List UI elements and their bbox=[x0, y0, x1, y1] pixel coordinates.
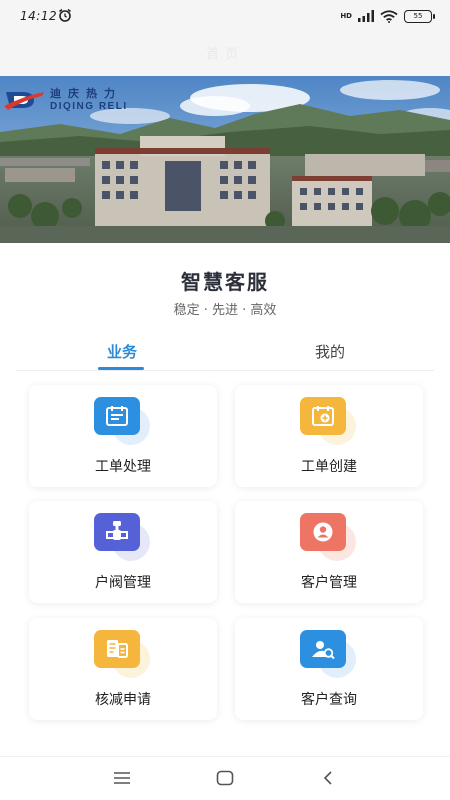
recent-apps-button[interactable] bbox=[110, 767, 134, 789]
banner-image: 迪庆热力 DIQING RELI bbox=[0, 76, 450, 243]
card-reduction-apply[interactable]: 核减申请 bbox=[29, 618, 217, 720]
card-label: 客户管理 bbox=[301, 575, 357, 591]
tab-business[interactable]: 业务 bbox=[62, 341, 182, 362]
wifi-icon bbox=[380, 9, 398, 23]
battery-icon: 55 bbox=[404, 9, 435, 23]
customer-search-icon bbox=[300, 630, 346, 668]
battery-level: 55 bbox=[413, 11, 423, 20]
valve-manage-icon bbox=[94, 513, 140, 551]
home-square-icon bbox=[216, 770, 234, 786]
reduction-apply-icon bbox=[94, 630, 140, 668]
customer-manage-icon bbox=[300, 513, 346, 551]
work-order-create-icon bbox=[300, 397, 346, 435]
back-button[interactable] bbox=[316, 767, 340, 789]
network-type-label: HD bbox=[340, 11, 352, 20]
logo-english-text: DIQING RELI bbox=[50, 101, 128, 112]
card-customer-search[interactable]: 客户查询 bbox=[235, 618, 423, 720]
card-label: 工单创建 bbox=[301, 459, 357, 475]
tab-mine[interactable]: 我的 bbox=[270, 341, 390, 362]
card-work-order-process[interactable]: 工单处理 bbox=[29, 385, 217, 487]
alarm-clock-icon bbox=[59, 8, 71, 22]
signal-strength-icon bbox=[358, 10, 374, 22]
company-logo: 迪庆热力 DIQING RELI bbox=[4, 86, 128, 114]
card-label: 工单处理 bbox=[95, 459, 151, 475]
tab-divider bbox=[16, 370, 434, 371]
app-header: 首页 bbox=[0, 34, 450, 76]
status-time: 14:12 bbox=[20, 9, 58, 23]
service-subtitle: 稳定 · 先进 · 高效 bbox=[173, 303, 277, 318]
service-title: 智慧客服 bbox=[181, 270, 269, 294]
logo-chinese-text: 迪庆热力 bbox=[50, 87, 122, 100]
company-logo-mark-icon bbox=[4, 92, 44, 110]
status-bar: 14:12 HD 55 bbox=[0, 0, 450, 34]
card-label: 客户查询 bbox=[301, 692, 357, 708]
card-label: 核减申请 bbox=[95, 692, 151, 708]
card-label: 户阀管理 bbox=[95, 575, 151, 591]
page-title: 首页 bbox=[205, 47, 244, 62]
card-customer-manage[interactable]: 客户管理 bbox=[235, 501, 423, 603]
back-chevron-icon bbox=[323, 771, 332, 785]
nav-divider bbox=[0, 756, 450, 757]
home-button[interactable] bbox=[213, 767, 237, 789]
work-order-process-icon bbox=[94, 397, 140, 435]
card-valve-manage[interactable]: 户阀管理 bbox=[29, 501, 217, 603]
card-work-order-create[interactable]: 工单创建 bbox=[235, 385, 423, 487]
menu-icon bbox=[114, 772, 130, 784]
